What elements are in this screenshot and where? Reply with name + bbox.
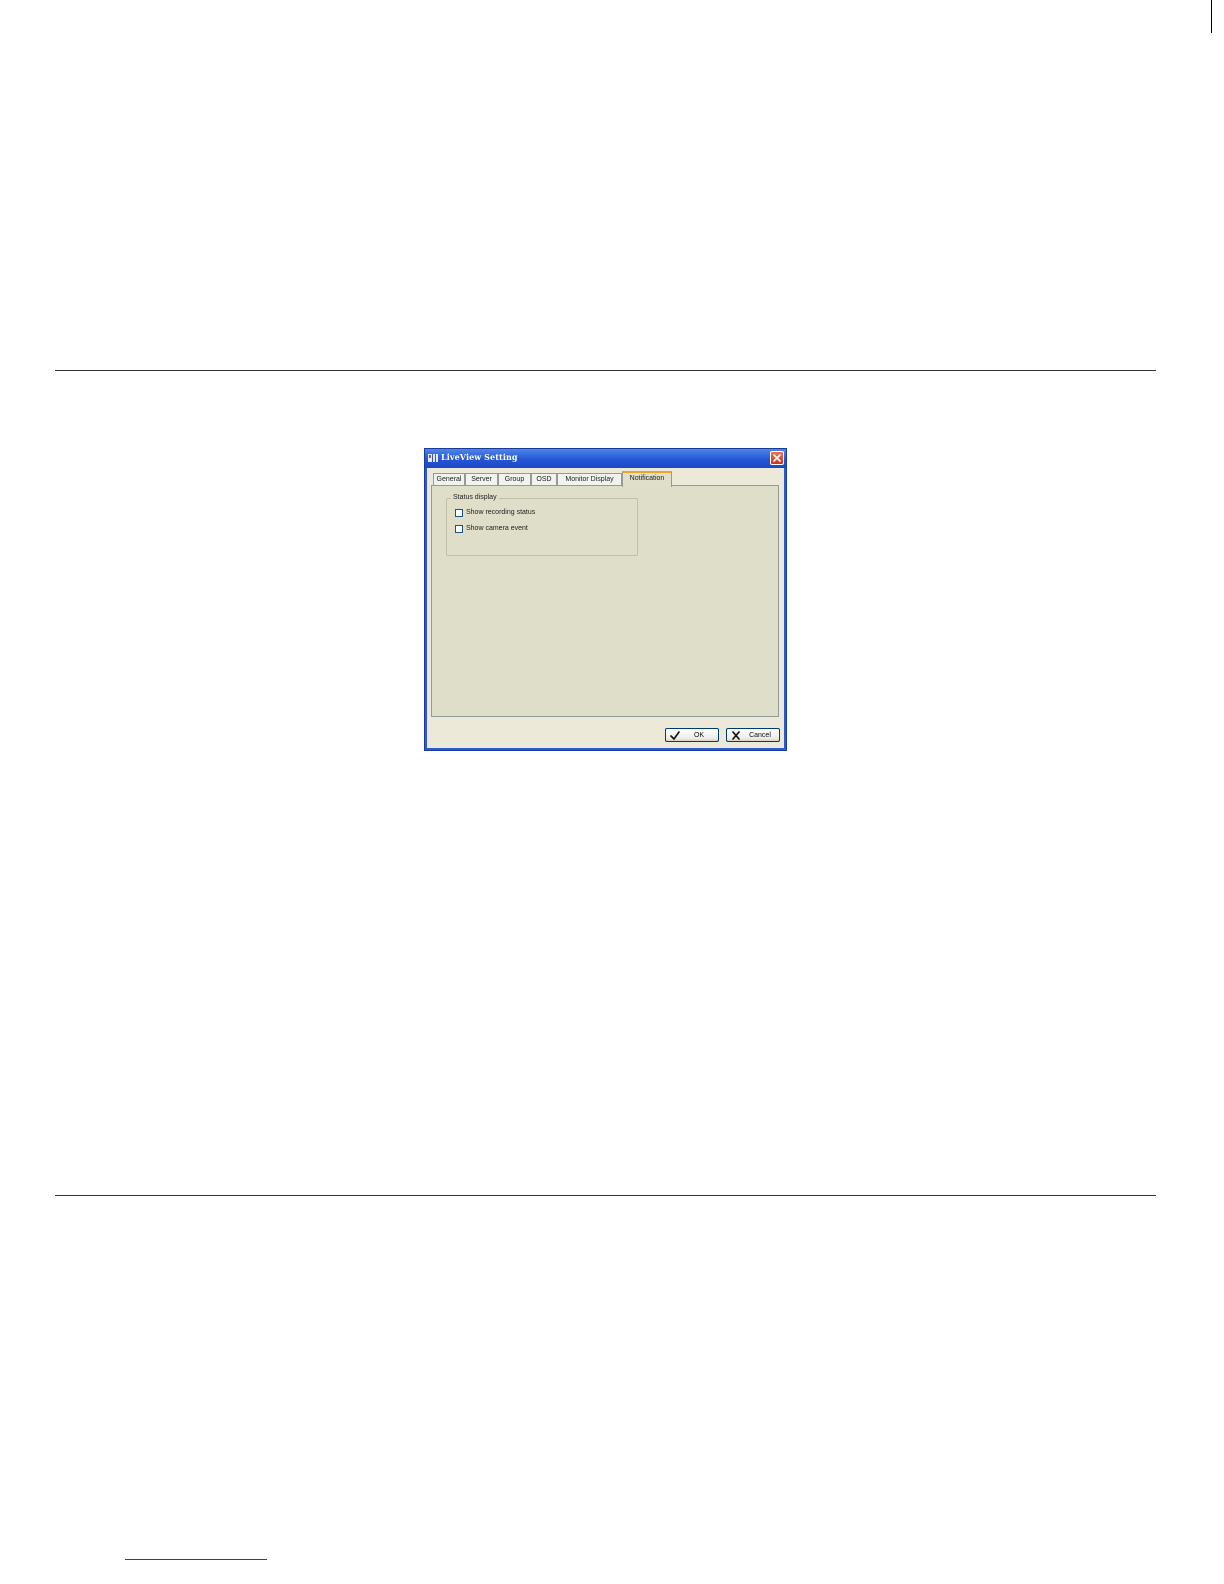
cancel-button[interactable]: Cancel: [726, 728, 780, 742]
footer-link-underline: [125, 1559, 267, 1560]
status-display-legend: Status display: [451, 493, 499, 503]
show-recording-status-label: Show recording status: [466, 509, 536, 516]
x-icon: [732, 731, 740, 740]
title-bar[interactable]: LiveView Setting: [425, 449, 786, 468]
top-rule: [55, 370, 1156, 371]
close-icon: [773, 454, 781, 462]
tab-notification[interactable]: Notification: [622, 471, 672, 487]
window-title: LiveView Setting: [441, 452, 518, 462]
liveview-setting-dialog: LiveView Setting General Server Group OS…: [424, 448, 787, 751]
bottom-rule: [55, 1195, 1156, 1196]
page-edge-line: [1211, 0, 1212, 33]
show-recording-status-checkbox[interactable]: [455, 509, 463, 517]
ok-button[interactable]: OK: [665, 728, 719, 742]
show-camera-event-checkbox[interactable]: [455, 525, 463, 533]
show-camera-event-label: Show camera event: [466, 525, 528, 532]
ok-button-label: OK: [693, 732, 705, 739]
check-icon: [670, 731, 680, 740]
cancel-button-label: Cancel: [749, 732, 771, 739]
notification-panel: Status display Show recording status Sho…: [431, 485, 779, 717]
dialog-client-area: General Server Group OSD Monitor Display…: [427, 468, 784, 748]
status-display-group: Status display Show recording status Sho…: [446, 493, 638, 556]
liveview-app-icon: [428, 454, 438, 462]
close-button[interactable]: [770, 451, 784, 465]
